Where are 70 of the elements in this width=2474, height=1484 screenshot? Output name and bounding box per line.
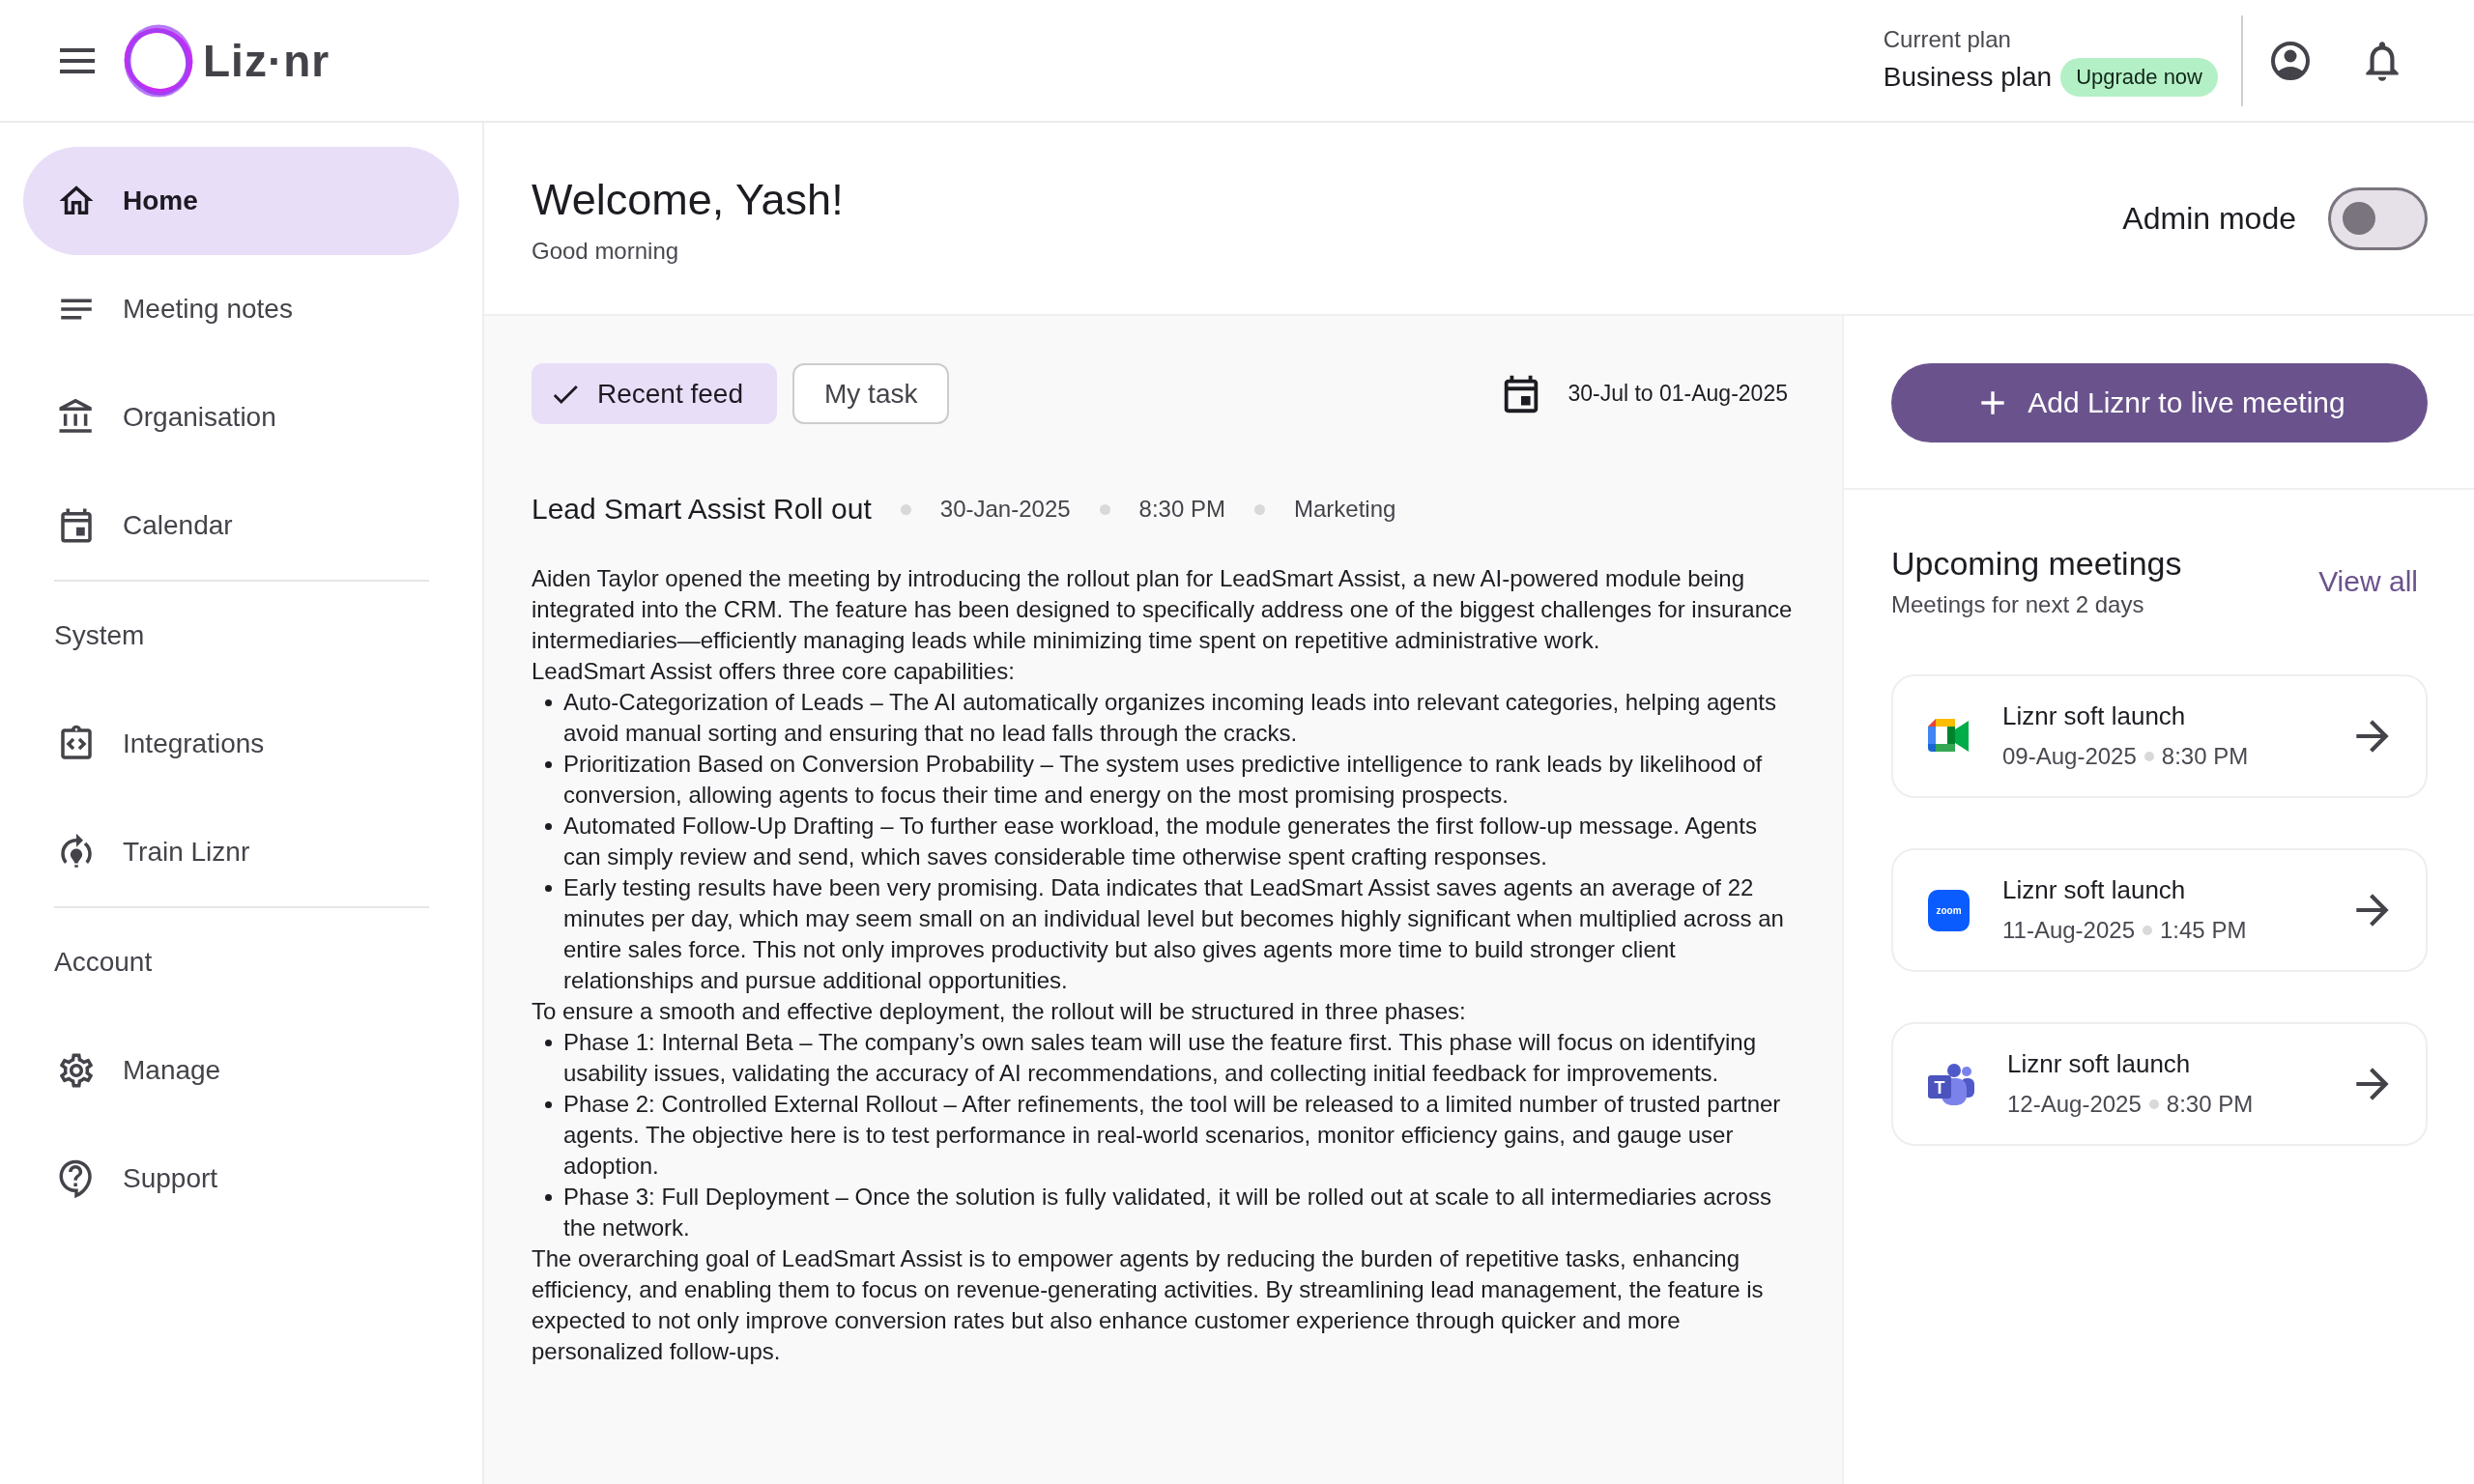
list-item-text: Automated Follow-Up Drafting – To further ease workload, the module generates the first follow-up message. Agents can simply review and send, which saves considerable time otherwise spent crafting responses. bbox=[563, 812, 1758, 871]
meeting-time: 8:30 PM bbox=[2166, 1090, 2254, 1119]
nav-item[interactable]: Train Liznr bbox=[23, 798, 459, 906]
bullet-dot-icon bbox=[545, 823, 552, 830]
meeting-date: 11-Aug-2025 bbox=[2002, 916, 2135, 945]
menu-icon[interactable] bbox=[60, 47, 95, 73]
list-item-text: Early testing results have been very promising. Data indicates that LeadSmart Assist saves agents an average of 22 minutes per day, which may seem small on an individual level but becomes highly significant when multiplied across an entire sales force. This not only improves productivity but also gives agents more time to build stronger client relationships and pursue additional opportunities. bbox=[563, 873, 1785, 995]
separator-dot-icon bbox=[900, 503, 911, 515]
logo-ring-icon bbox=[122, 23, 195, 98]
app-logo: T bbox=[1928, 1063, 1974, 1105]
plan-name: Business plan bbox=[1883, 60, 2053, 94]
add-to-meeting-button[interactable]: Add Liznr to live meeting bbox=[1891, 363, 2428, 442]
list-item-text: Phase 2: Controlled External Rollout – After refinements, the tool will be released to a limited number of trusted partner agents. The objective here is to test performance in real-world scenarios, monitor efficiency gains, and gauge user adoption. bbox=[563, 1090, 1782, 1181]
paragraph-text: LeadSmart Assist offers three core capabilities: bbox=[532, 657, 1016, 686]
meeting-date: 12-Aug-2025 bbox=[2007, 1090, 2142, 1119]
bullet-dot-icon bbox=[545, 1194, 552, 1201]
logo-text: Liz·nr bbox=[203, 34, 331, 87]
meeting-card[interactable]: zoom Liznr soft launch 11-Aug-2025 1:45 PM bbox=[1891, 848, 2428, 972]
separator-dot-icon bbox=[2143, 752, 2154, 761]
post-meta-text: 8:30 PM bbox=[1138, 496, 1225, 523]
separator-dot-icon bbox=[1099, 503, 1110, 515]
meeting-title: Liznr soft launch bbox=[2007, 1049, 2192, 1078]
filter-tab[interactable]: Recent feed bbox=[532, 363, 777, 424]
nav-item[interactable]: Manage bbox=[23, 1016, 459, 1125]
meeting-time: 1:45 PM bbox=[2160, 916, 2247, 945]
nav-item[interactable]: Calendar bbox=[23, 471, 459, 580]
separator-dot-icon bbox=[1254, 503, 1265, 515]
paragraph-text: The overarching goal of LeadSmart Assist is to empower agents by reducing the burden of repetitive tasks, enhancing efficiency, and enabling them to focus on revenue-generating activities. By streamlining lead management, the feature is expected to not only improve conversion rates but also enhance customer experience through quicker and more personalized follow-ups. bbox=[532, 1244, 1765, 1366]
user-profile-icon[interactable] bbox=[2271, 41, 2310, 80]
meeting-title: Liznr soft launch bbox=[2002, 701, 2187, 730]
section-heading: System bbox=[54, 620, 145, 651]
admin-mode-label: Admin mode bbox=[2122, 200, 2296, 237]
bullet-dot-icon bbox=[545, 699, 552, 706]
section-heading: Account bbox=[54, 947, 153, 978]
plan-caption: Current plan bbox=[1883, 24, 2012, 54]
nav-item[interactable]: Integrations bbox=[23, 690, 459, 798]
paragraph-text: Aiden Taylor opened the meeting by introducing the rollout plan for LeadSmart Assist, a new AI-powered module being integrated into the CRM. The feature has been designed to specifically address one of the biggest challenges for insurance intermediaries—efficiently managing leads while minimizing time spent on repetitive administrative work. bbox=[532, 564, 1794, 655]
nav-item[interactable]: Support bbox=[23, 1125, 459, 1233]
bullet-dot-icon bbox=[545, 761, 552, 768]
upgrade-button[interactable]: Upgrade now bbox=[2060, 57, 2218, 97]
view-all-link[interactable]: View all bbox=[2318, 565, 2418, 598]
meeting-title: Liznr soft launch bbox=[2002, 875, 2187, 904]
nav-item[interactable]: Home bbox=[23, 147, 459, 255]
section-title: Upcoming meetings bbox=[1891, 544, 2182, 583]
list-item-text: Prioritization Based on Conversion Probability – The system uses predictive intelligence to rank leads by likelihood of conversion, allowing agents to focus their time and energy on the most promising prospects. bbox=[563, 750, 1764, 810]
nav-item[interactable]: Meeting notes bbox=[23, 255, 459, 363]
welcome-title: Welcome, Yash! bbox=[532, 174, 844, 226]
separator-dot-icon bbox=[2143, 926, 2152, 935]
bullet-dot-icon bbox=[545, 1101, 552, 1108]
post-meta-text: 30-Jan-2025 bbox=[939, 496, 1071, 523]
post-meta-text: Marketing bbox=[1294, 496, 1396, 523]
list-item-text: Phase 1: Internal Beta – The company’s own sales team will use the feature first. This phase will focus on identifying usability issues, validating the accuracy of AI recommendations, and collecting initial feedback for improvements. bbox=[563, 1028, 1757, 1088]
video-camera-icon bbox=[1928, 719, 1970, 754]
list-item-text: Auto-Categorization of Leads – The AI automatically organizes incoming leads into relevant categories, helping agents avoid manual sorting and ensuring that no lead falls through the cracks. bbox=[563, 688, 1777, 748]
meeting-card[interactable]: T Liznr soft launch 12-Aug-2025 8:30 PM bbox=[1891, 1022, 2428, 1146]
bullet-dot-icon bbox=[545, 885, 552, 892]
list-item-text: Phase 3: Full Deployment – Once the solution is fully validated, it will be rolled out at scale to all intermediaries across the network. bbox=[563, 1183, 1772, 1242]
separator-dot-icon bbox=[2148, 1099, 2159, 1109]
date-range-text: 30-Jul to 01-Aug-2025 bbox=[1568, 381, 1788, 407]
bullet-dot-icon bbox=[545, 1040, 552, 1046]
meeting-time: 8:30 PM bbox=[2161, 742, 2249, 771]
greeting-text: Good morning bbox=[532, 237, 680, 266]
filter-tab[interactable]: My task bbox=[792, 363, 950, 424]
section-subtitle: Meetings for next 2 days bbox=[1891, 590, 2145, 619]
meeting-card[interactable]: Liznr soft launch 09-Aug-2025 8:30 PM bbox=[1891, 674, 2428, 798]
paragraph-text: To ensure a smooth and effective deployment, the rollout will be structured in three phases: bbox=[532, 997, 1467, 1026]
meeting-date: 09-Aug-2025 bbox=[2002, 742, 2137, 771]
post-title: Lead Smart Assist Roll out bbox=[532, 492, 872, 527]
nav-item[interactable]: Organisation bbox=[23, 363, 459, 471]
app-logo: zoom bbox=[1928, 889, 1970, 931]
